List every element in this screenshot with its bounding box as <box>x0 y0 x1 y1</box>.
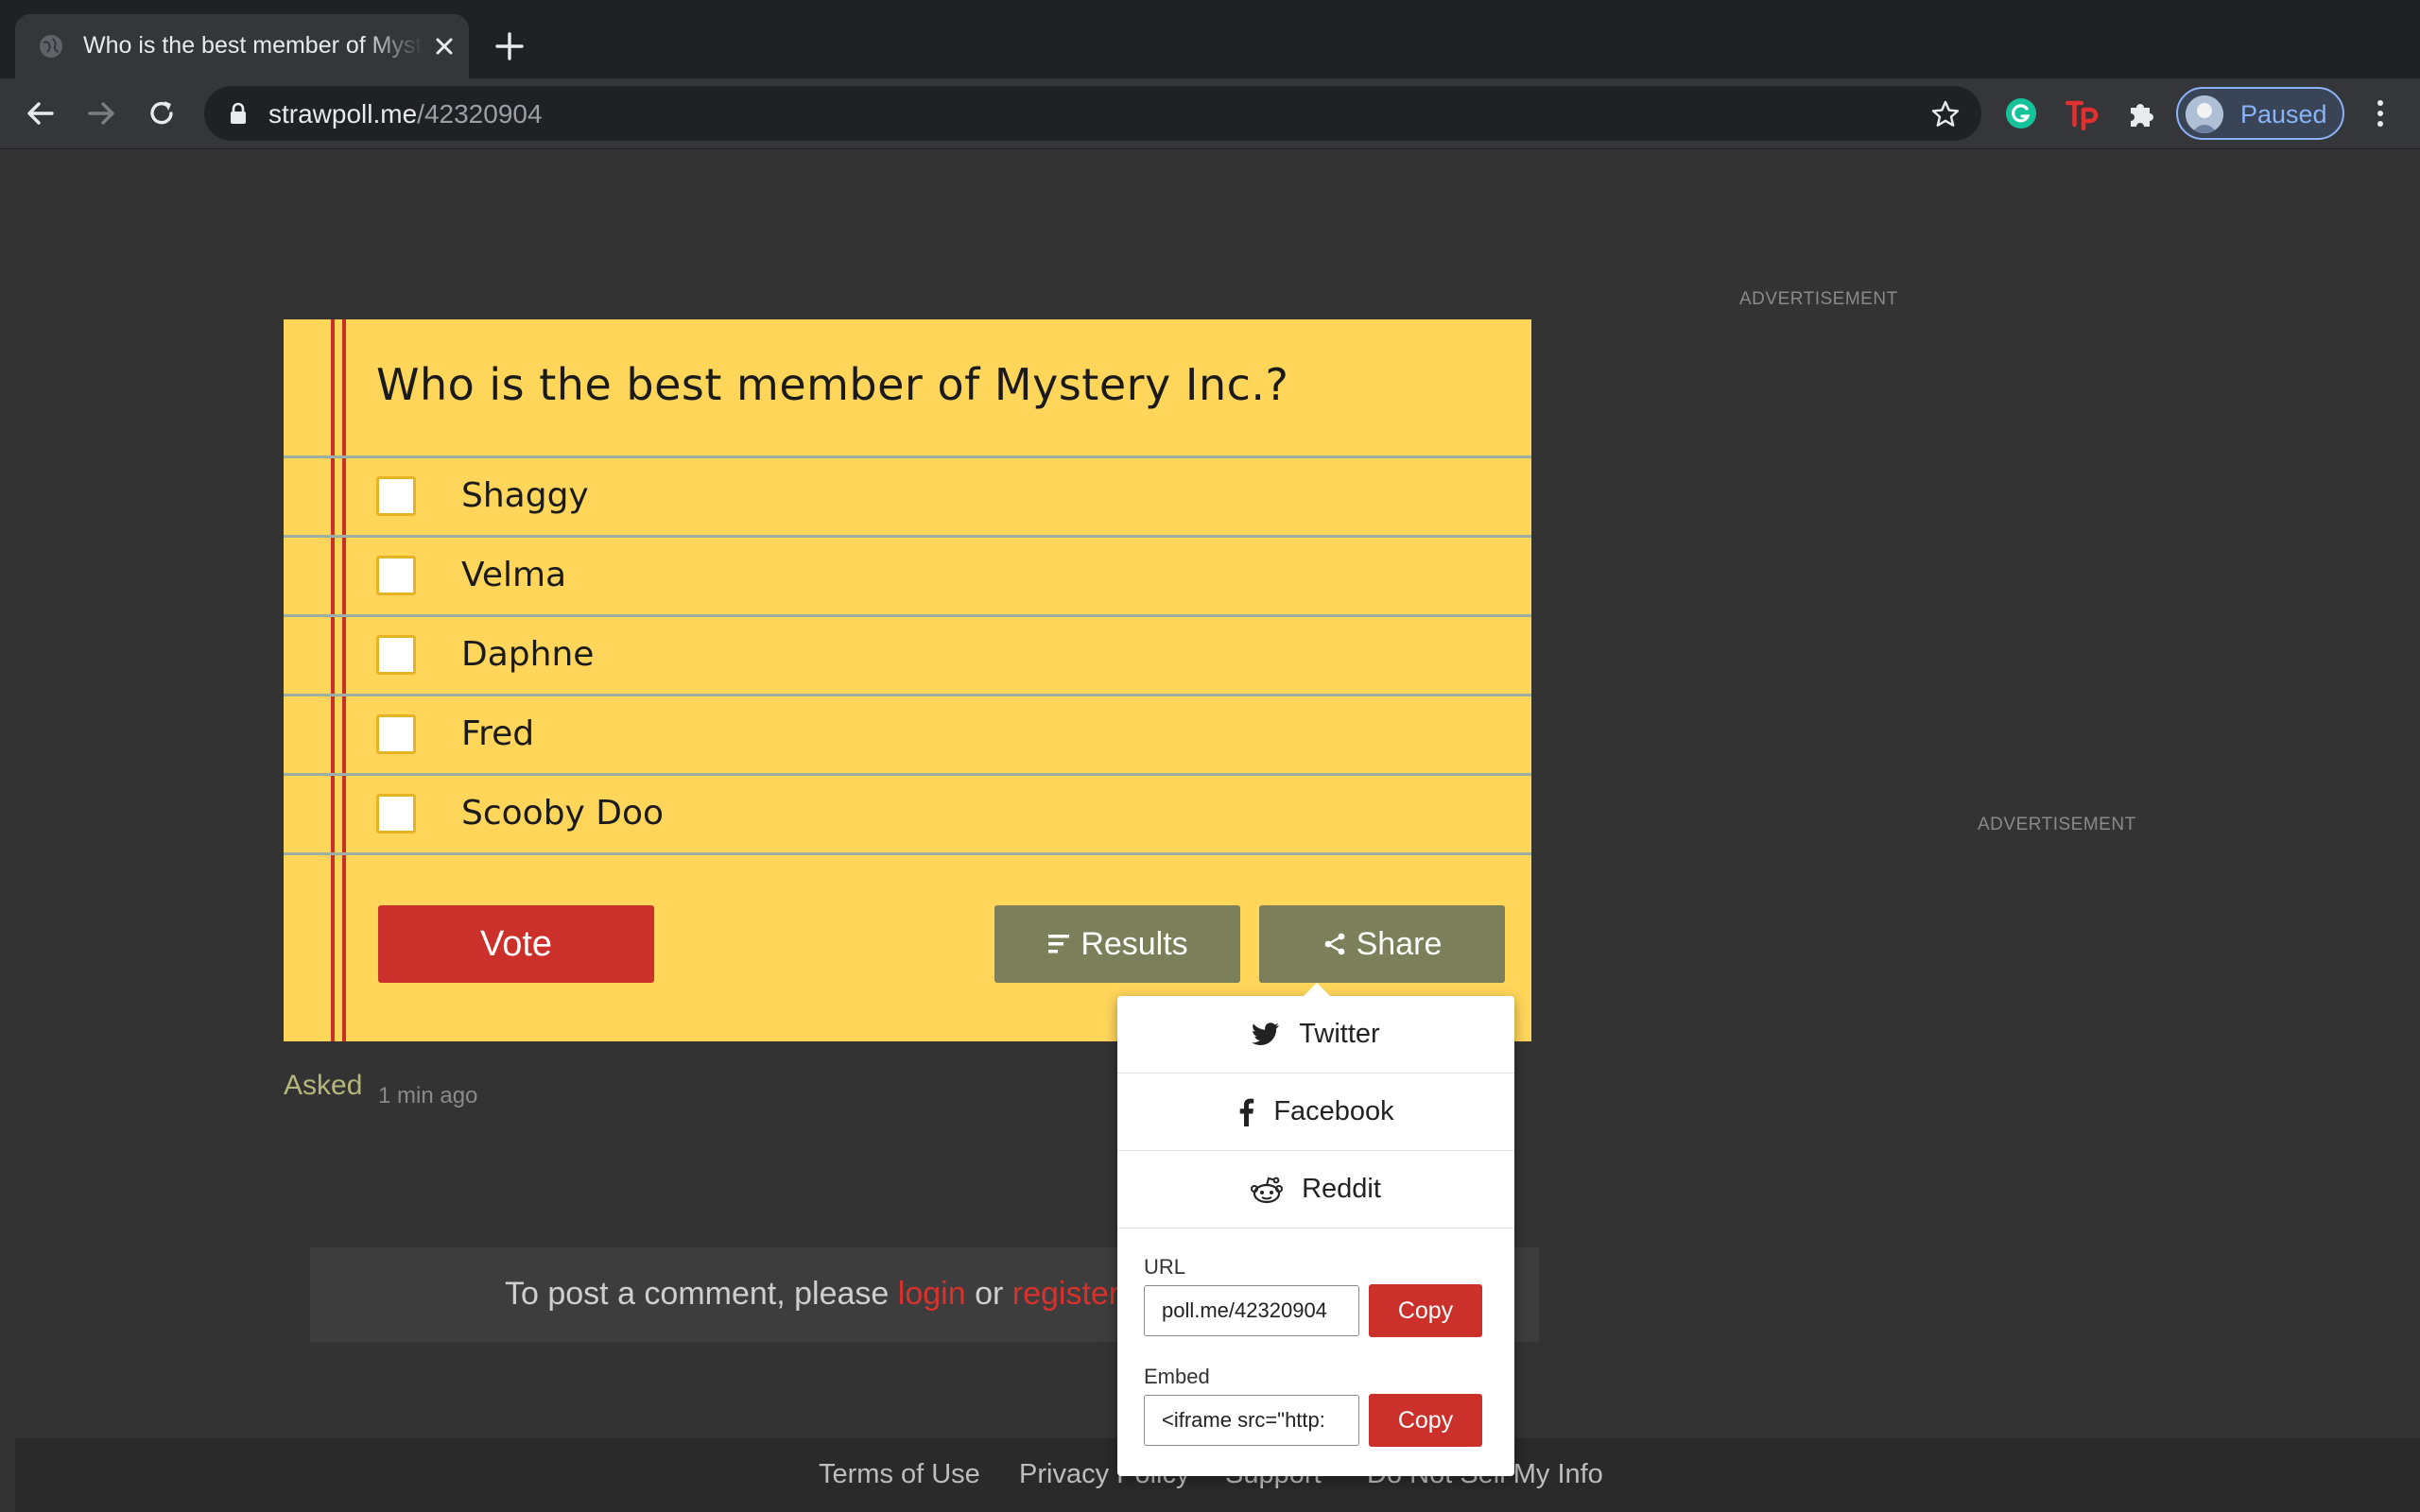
comment-prefix: To post a comment, please <box>505 1276 898 1312</box>
asked-time: 1 min ago <box>378 1083 478 1108</box>
star-icon[interactable] <box>1930 99 1961 129</box>
advertisement-label: ADVERTISEMENT <box>1739 289 1898 309</box>
browser-tabstrip: Who is the best member of Mystery Inc.? <box>0 0 2420 78</box>
forward-arrow-icon[interactable] <box>83 95 119 131</box>
tab-title: Who is the best member of Mystery Inc.? <box>83 32 424 59</box>
share-twitter[interactable]: Twitter <box>1117 996 1514 1074</box>
comment-or: or <box>965 1276 1012 1312</box>
back-arrow-icon[interactable] <box>23 95 59 131</box>
option-checkbox[interactable] <box>376 794 416 833</box>
login-link[interactable]: login <box>898 1276 966 1312</box>
share-reddit[interactable]: Reddit <box>1117 1151 1514 1228</box>
option-label: Shaggy <box>461 476 589 515</box>
share-item-label: Facebook <box>1273 1096 1394 1126</box>
share-icon <box>1324 933 1345 955</box>
poll-option[interactable]: Fred <box>284 696 1531 775</box>
option-checkbox[interactable] <box>376 476 416 516</box>
share-facebook[interactable]: Facebook <box>1117 1074 1514 1151</box>
results-label: Results <box>1080 925 1188 962</box>
globe-icon <box>40 35 62 58</box>
reddit-icon <box>1251 1177 1284 1203</box>
tp-extension-icon[interactable] <box>2065 96 2099 130</box>
results-button[interactable]: Results <box>994 905 1240 983</box>
grammarly-icon[interactable] <box>2004 96 2038 130</box>
plus-icon[interactable] <box>493 30 526 62</box>
option-label: Daphne <box>461 635 595 674</box>
poll-option[interactable]: Daphne <box>284 616 1531 696</box>
avatar <box>2186 95 2223 133</box>
share-embed-input[interactable] <box>1144 1395 1359 1446</box>
close-icon[interactable] <box>431 33 458 60</box>
avatar-icon <box>2186 95 2223 133</box>
option-label: Velma <box>461 556 567 594</box>
option-label: Scooby Doo <box>461 794 665 833</box>
url-host: strawpoll.me <box>268 99 418 129</box>
rule-line <box>284 852 1531 855</box>
share-item-label: Twitter <box>1299 1019 1380 1049</box>
poll-card: Who is the best member of Mystery Inc.? … <box>284 319 1531 1041</box>
asked-label: Asked <box>284 1070 363 1101</box>
copy-url-button[interactable]: Copy <box>1369 1284 1482 1337</box>
browser-toolbar: strawpoll.me/42320904 Paused <box>0 78 2420 149</box>
share-button[interactable]: Share <box>1259 905 1505 983</box>
profile-label: Paused <box>2240 100 2327 129</box>
poll-title: Who is the best member of Mystery Inc.? <box>376 359 1289 410</box>
kebab-menu-icon[interactable] <box>2363 96 2397 130</box>
puzzle-icon[interactable] <box>2125 96 2159 130</box>
lock-icon[interactable] <box>229 102 248 125</box>
bars-icon <box>1048 935 1070 954</box>
advertisement-label: ADVERTISEMENT <box>1978 815 2136 834</box>
poll-option[interactable]: Velma <box>284 537 1531 616</box>
reload-icon[interactable] <box>144 95 180 131</box>
poll-option[interactable]: Shaggy <box>284 457 1531 537</box>
comment-text: To post a comment, please login or regis… <box>505 1276 1146 1313</box>
address-bar[interactable]: strawpoll.me/42320904 <box>204 86 1981 141</box>
profile-button[interactable]: Paused <box>2176 87 2344 140</box>
footer-link-terms[interactable]: Terms of Use <box>819 1459 980 1490</box>
share-item-label: Reddit <box>1302 1174 1381 1204</box>
embed-field-label: Embed <box>1144 1365 1210 1388</box>
poll-option[interactable]: Scooby Doo <box>284 775 1531 854</box>
share-dropdown: Twitter Facebook Reddit URL Copy Embed C… <box>1117 983 1514 1476</box>
copy-embed-button[interactable]: Copy <box>1369 1394 1482 1447</box>
option-checkbox[interactable] <box>376 556 416 595</box>
url-path: /42320904 <box>417 99 543 129</box>
option-checkbox[interactable] <box>376 635 416 675</box>
vote-button[interactable]: Vote <box>378 905 654 983</box>
option-label: Fred <box>461 714 535 753</box>
browser-tab[interactable]: Who is the best member of Mystery Inc.? <box>15 14 469 78</box>
vote-label: Vote <box>479 923 553 964</box>
url-text: strawpoll.me/42320904 <box>268 99 543 129</box>
register-link[interactable]: register <box>1012 1276 1119 1312</box>
twitter-icon <box>1252 1022 1280 1045</box>
share-url-input[interactable] <box>1144 1285 1359 1336</box>
option-checkbox[interactable] <box>376 714 416 754</box>
share-label: Share <box>1356 925 1443 962</box>
url-field-label: URL <box>1144 1255 1186 1279</box>
facebook-icon <box>1240 1098 1254 1126</box>
